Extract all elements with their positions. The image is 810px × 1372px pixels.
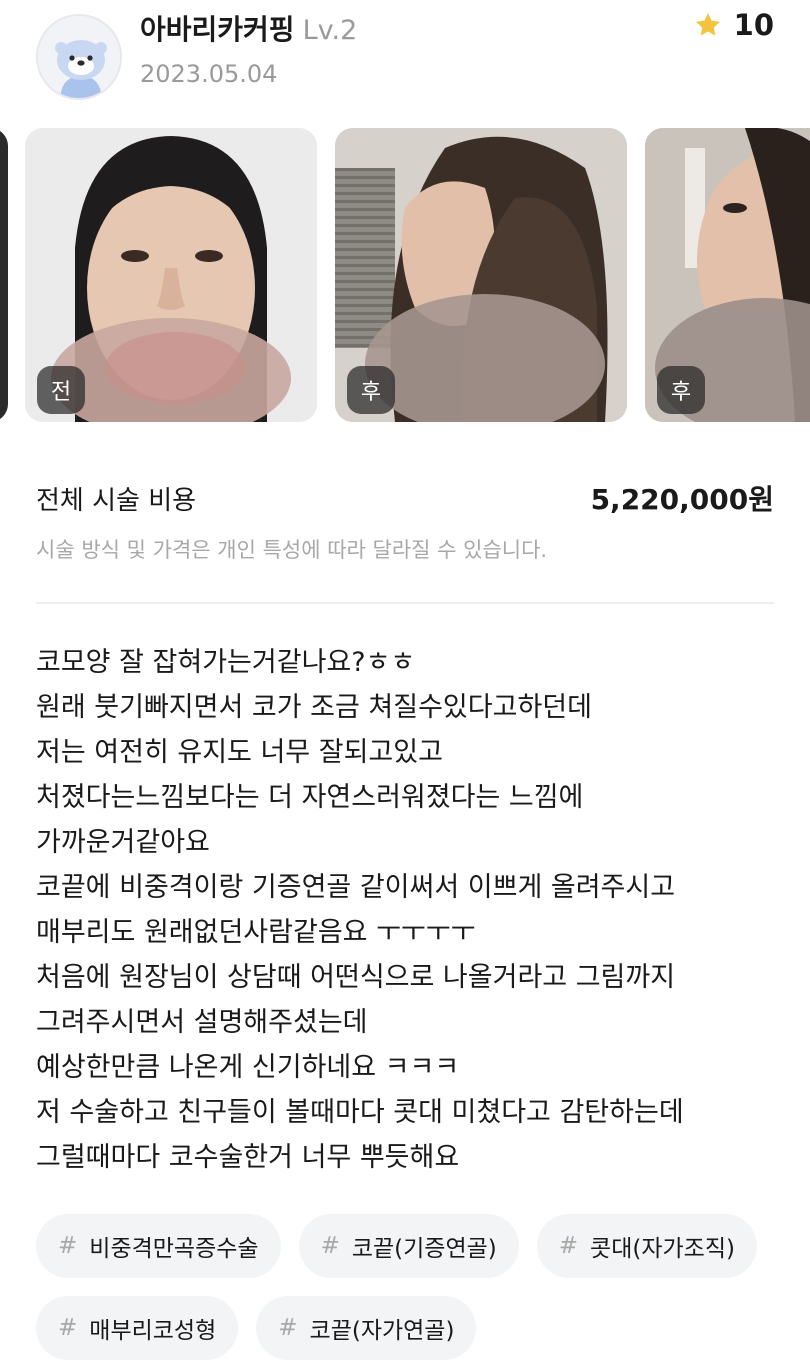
tag-label: 매부리코성형 (89, 1318, 217, 1344)
photo-card-after-2[interactable]: 후 (645, 128, 810, 422)
tag-chip[interactable]: # 코끝(자가연골) (256, 1296, 477, 1360)
review-line: 원래 붓기빠지면서 코가 조금 쳐질수있다고하던데 (36, 692, 592, 723)
rating-value: 10 (733, 8, 774, 42)
divider (36, 602, 774, 604)
hash-icon: # (320, 1233, 340, 1259)
review-line: 예상한만큼 나온게 신기하네요 ㅋㅋㅋ (36, 1052, 460, 1083)
author-level: Lv.2 (302, 15, 358, 46)
photo-label-badge: 후 (657, 366, 705, 414)
tag-chip[interactable]: # 매부리코성형 (36, 1296, 239, 1360)
review-header: 아바리카커핑 Lv.2 2023.05.04 10 (0, 0, 810, 110)
photo-label-badge: 후 (347, 366, 395, 414)
review-line: 가까운거같아요 (36, 827, 210, 858)
review-line: 코모양 잘 잡혀가는거같나요?ㅎㅎ (36, 647, 416, 678)
post-date: 2023.05.04 (140, 60, 278, 88)
review-line: 처졌다는느낌보다는 더 자연스러워졌다는 느낌에 (36, 782, 584, 813)
photo-card-previous[interactable] (0, 128, 8, 422)
rating: 10 (694, 8, 774, 42)
photo-gallery[interactable]: 전 후 후 (0, 128, 810, 422)
tag-chip[interactable]: # 콧대(자가조직) (536, 1214, 757, 1278)
review-line: 그럴때마다 코수술한거 너무 뿌듯해요 (36, 1142, 460, 1173)
review-line: 그려주시면서 설명해주셨는데 (36, 1007, 368, 1038)
review-line: 저 수술하고 친구들이 볼때마다 콧대 미쳤다고 감탄하는데 (36, 1097, 684, 1128)
review-body: 코모양 잘 잡혀가는거같나요?ㅎㅎ 원래 붓기빠지면서 코가 조금 쳐질수있다고… (36, 640, 776, 1180)
tag-label: 비중격만곡증수술 (89, 1236, 259, 1262)
hash-icon: # (58, 1315, 78, 1341)
hash-icon: # (278, 1315, 298, 1341)
hash-icon: # (558, 1233, 579, 1259)
photo-card-after-1[interactable]: 후 (335, 128, 627, 422)
tag-label: 코끝(기증연골) (351, 1236, 497, 1262)
cost-disclaimer: 시술 방식 및 가격은 개인 특성에 따라 달라질 수 있습니다. (36, 538, 548, 562)
photo-card-before[interactable]: 전 (25, 128, 317, 422)
tag-list: # 비중격만곡증수술 # 코끝(기증연골) # 콧대(자가조직) # 매부리코성… (36, 1214, 776, 1360)
author-name-text: 아바리카커핑 (140, 13, 295, 46)
hash-icon: # (58, 1233, 78, 1259)
review-line: 저는 여전히 유지도 너무 잘되고있고 (36, 737, 443, 768)
total-cost-label: 전체 시술 비용 (36, 486, 197, 516)
review-line: 처음에 원장님이 상담때 어떤식으로 나올거라고 그림까지 (36, 962, 676, 993)
tag-chip[interactable]: # 코끝(기증연골) (298, 1214, 519, 1278)
tag-chip[interactable]: # 비중격만곡증수술 (36, 1214, 281, 1278)
author-name[interactable]: 아바리카커핑 Lv.2 (140, 8, 357, 48)
tag-label: 코끝(자가연골) (309, 1318, 455, 1344)
otter-avatar-icon[interactable] (36, 14, 122, 100)
photo-label-badge: 전 (37, 366, 85, 414)
star-icon (695, 13, 720, 36)
total-cost-value: 5,220,000원 (590, 483, 774, 516)
review-line: 매부리도 원래없던사람같음요 ㅜㅜㅜㅜ (36, 917, 476, 948)
review-line: 코끝에 비중격이랑 기증연골 같이써서 이쁘게 올려주시고 (36, 872, 676, 903)
tag-label: 콧대(자가조직) (590, 1236, 735, 1262)
